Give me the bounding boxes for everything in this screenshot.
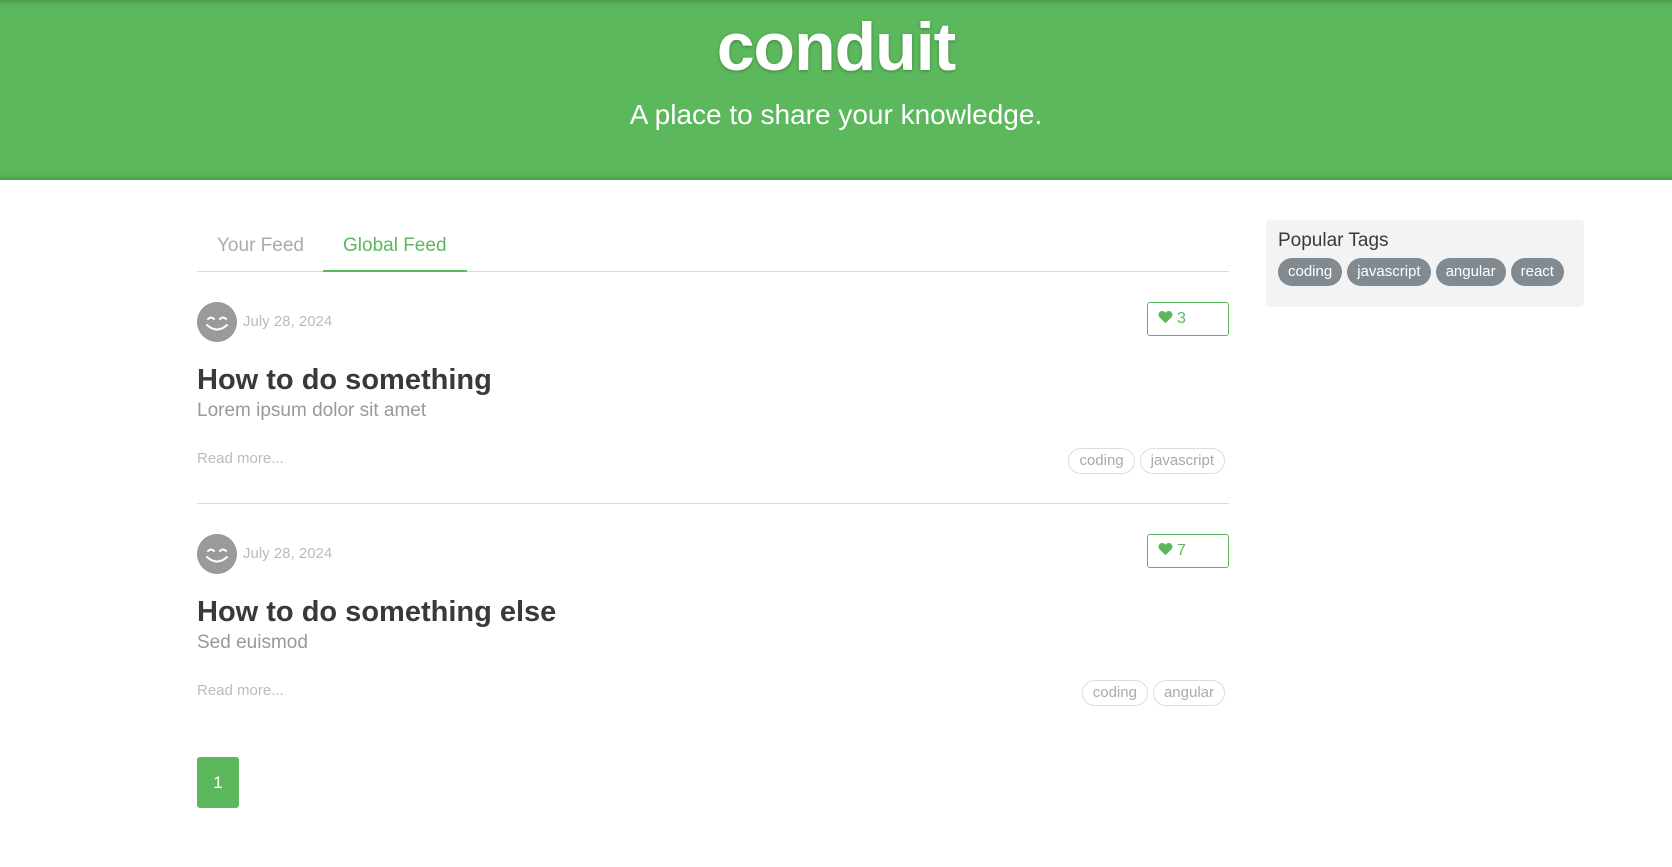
article-date: July 28, 2024 xyxy=(243,545,333,562)
read-more-link[interactable]: Read more... xyxy=(197,682,284,699)
feed-tabs: Your Feed Global Feed xyxy=(197,220,1229,272)
article-preview: July 28, 2024 7 How to do something else… xyxy=(197,504,1229,736)
page-button-1[interactable]: 1 xyxy=(197,757,239,808)
feed: Your Feed Global Feed July 28, 2024 3 Ho… xyxy=(197,220,1229,736)
avatar[interactable] xyxy=(197,534,237,574)
article-tag-list: coding javascript xyxy=(1068,448,1225,474)
favorite-count: 3 xyxy=(1177,310,1186,327)
article-tag[interactable]: javascript xyxy=(1139,448,1225,474)
tag-pill-react[interactable]: react xyxy=(1510,258,1564,286)
article-description: Sed euismod xyxy=(197,632,308,653)
popular-tags-sidebar: Popular Tags coding javascript angular r… xyxy=(1266,220,1584,307)
tag-pill-angular[interactable]: angular xyxy=(1435,258,1506,286)
smiley-avatar-icon xyxy=(197,302,237,342)
logo: conduit xyxy=(716,9,957,85)
heart-icon xyxy=(1158,311,1173,324)
favorite-button[interactable]: 7 xyxy=(1147,534,1229,568)
smiley-avatar-icon xyxy=(197,534,237,574)
tab-global-feed[interactable]: Global Feed xyxy=(323,220,467,272)
article-tag[interactable]: coding xyxy=(1068,448,1135,474)
favorite-count: 7 xyxy=(1177,542,1186,559)
tag-list: coding javascript angular react xyxy=(1278,258,1572,286)
article-tag[interactable]: coding xyxy=(1081,680,1148,706)
favorite-button[interactable]: 3 xyxy=(1147,302,1229,336)
read-more-link[interactable]: Read more... xyxy=(197,450,284,467)
tag-pill-javascript[interactable]: javascript xyxy=(1347,258,1431,286)
heart-icon xyxy=(1158,543,1173,556)
article-preview: July 28, 2024 3 How to do something Lore… xyxy=(197,272,1229,504)
article-tag[interactable]: angular xyxy=(1152,680,1225,706)
tagline: A place to share your knowledge. xyxy=(629,99,1043,130)
article-title[interactable]: How to do something xyxy=(197,364,492,397)
article-tag-list: coding angular xyxy=(1081,680,1225,706)
banner: conduit A place to share your knowledge. xyxy=(0,0,1672,180)
avatar[interactable] xyxy=(197,302,237,342)
pagination: 1 xyxy=(197,757,239,808)
article-title[interactable]: How to do something else xyxy=(197,596,556,629)
article-description: Lorem ipsum dolor sit amet xyxy=(197,400,427,421)
tab-your-feed[interactable]: Your Feed xyxy=(197,220,324,272)
tag-pill-coding[interactable]: coding xyxy=(1278,258,1343,286)
article-date: July 28, 2024 xyxy=(243,313,333,330)
sidebar-heading: Popular Tags xyxy=(1278,230,1389,251)
